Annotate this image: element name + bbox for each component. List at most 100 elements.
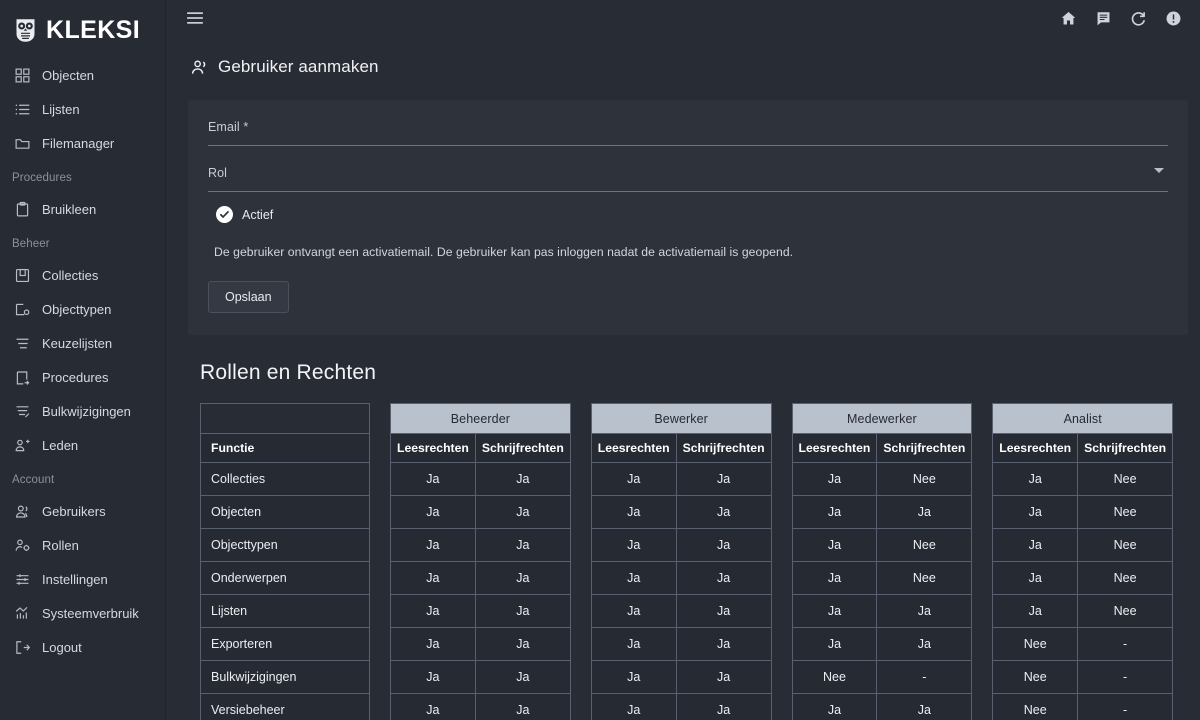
- hamburger-icon[interactable]: [186, 11, 204, 25]
- function-name: Objecttypen: [201, 529, 370, 562]
- chat-icon[interactable]: [1095, 10, 1112, 27]
- permission-cell: Nee: [993, 628, 1078, 661]
- table-row: JaJa: [792, 595, 972, 628]
- permission-cell: Nee: [877, 463, 972, 496]
- permission-cell: Ja: [877, 694, 972, 720]
- user-gear-icon: [14, 537, 31, 554]
- table-row: JaJa: [391, 562, 571, 595]
- functie-header: Functie: [201, 434, 370, 463]
- chevron-down-icon[interactable]: [1154, 168, 1164, 173]
- sidebar-item-logout[interactable]: Logout: [0, 630, 165, 664]
- permission-cell: Ja: [591, 496, 676, 529]
- object-type-icon: [14, 301, 31, 318]
- sidebar-item-bruikleen[interactable]: Bruikleen: [0, 192, 165, 226]
- sidebar-item-bulkwijzigingen[interactable]: Bulkwijzigingen: [0, 394, 165, 428]
- permission-cell: Ja: [676, 694, 771, 720]
- function-name: Objecten: [201, 496, 370, 529]
- email-field-group: Email *: [208, 120, 1168, 146]
- logout-icon: [14, 639, 31, 656]
- permission-cell: Ja: [475, 529, 570, 562]
- bulk-edit-icon: [14, 403, 31, 420]
- sidebar-item-lijsten[interactable]: Lijsten: [0, 92, 165, 126]
- table-subheader-row: Functie: [201, 434, 370, 463]
- table-subheader-row: Leesrechten Schrijfrechten: [391, 434, 571, 463]
- save-button[interactable]: Opslaan: [208, 281, 289, 313]
- permission-cell: Ja: [676, 496, 771, 529]
- sidebar-item-label: Logout: [42, 641, 82, 654]
- permission-cell: Ja: [993, 595, 1078, 628]
- sidebar-item-label: Gebruikers: [42, 505, 106, 518]
- sidebar-item-systeemverbruik[interactable]: Systeemverbruik: [0, 596, 165, 630]
- permission-cell: Ja: [591, 661, 676, 694]
- table-subheader-row: Leesrechten Schrijfrechten: [591, 434, 771, 463]
- refresh-icon[interactable]: [1130, 10, 1147, 27]
- permission-cell: Ja: [591, 562, 676, 595]
- sidebar-item-filemanager[interactable]: Filemanager: [0, 126, 165, 160]
- create-user-card: Email * Rol Actief De gebruiker ontvangt…: [188, 100, 1188, 335]
- sidebar-item-gebruikers[interactable]: Gebruikers: [0, 494, 165, 528]
- table-row: JaJa: [391, 496, 571, 529]
- sidebar-item-collecties[interactable]: Collecties: [0, 258, 165, 292]
- topbar: [166, 0, 1200, 36]
- sidebar-item-objecten[interactable]: Objecten: [0, 58, 165, 92]
- table-header-row: Medewerker: [792, 404, 972, 434]
- permission-cell: Ja: [877, 496, 972, 529]
- permission-cell: Ja: [391, 529, 476, 562]
- permission-cell: Ja: [792, 628, 877, 661]
- table-row: JaJa: [391, 529, 571, 562]
- permission-cell: Ja: [475, 595, 570, 628]
- sidebar-section-account: Account: [0, 462, 165, 494]
- permission-cell: Ja: [792, 595, 877, 628]
- table-row: JaJa: [591, 463, 771, 496]
- table-row: Nee-: [792, 661, 972, 694]
- role-header: Medewerker: [792, 404, 972, 434]
- permission-cell: Ja: [792, 694, 877, 720]
- table-subheader-row: Leesrechten Schrijfrechten: [792, 434, 972, 463]
- active-checkbox-row[interactable]: Actief: [216, 206, 1168, 223]
- topbar-icon-group: [1060, 10, 1182, 27]
- email-input[interactable]: [208, 145, 1168, 146]
- table-subheader-row: Leesrechten Schrijfrechten: [993, 434, 1173, 463]
- app-root: KLEKSI Objecten: [0, 0, 1200, 720]
- table-row: Objecttypen: [201, 529, 370, 562]
- permission-cell: Ja: [676, 628, 771, 661]
- role-table-beheerder: Beheerder Leesrechten Schrijfrechten JaJ…: [390, 403, 571, 720]
- table-row: JaNee: [993, 595, 1173, 628]
- table-row: Objecten: [201, 496, 370, 529]
- permission-cell: Nee: [877, 529, 972, 562]
- sidebar-section-procedures: Procedures: [0, 160, 165, 192]
- table-row: JaJa: [591, 694, 771, 720]
- role-table-bewerker: Bewerker Leesrechten Schrijfrechten JaJa…: [591, 403, 772, 720]
- sidebar-item-instellingen[interactable]: Instellingen: [0, 562, 165, 596]
- permission-cell: Ja: [676, 661, 771, 694]
- permission-cell: Ja: [993, 562, 1078, 595]
- permission-cell: Ja: [391, 694, 476, 720]
- sidebar-item-keuzelijsten[interactable]: Keuzelijsten: [0, 326, 165, 360]
- sidebar-item-procedures[interactable]: Procedures: [0, 360, 165, 394]
- permission-cell: Nee: [1078, 529, 1173, 562]
- permission-cell: Ja: [391, 628, 476, 661]
- permission-cell: Ja: [792, 463, 877, 496]
- table-row: JaJa: [591, 529, 771, 562]
- sidebar-item-label: Keuzelijsten: [42, 337, 112, 350]
- sidebar-item-label: Leden: [42, 439, 78, 452]
- write-header: Schrijfrechten: [877, 434, 972, 463]
- home-icon[interactable]: [1060, 10, 1077, 27]
- brand[interactable]: KLEKSI: [0, 0, 165, 48]
- rol-select[interactable]: [208, 191, 1168, 192]
- sidebar-item-label: Objecttypen: [42, 303, 111, 316]
- permission-cell: Ja: [475, 562, 570, 595]
- permission-cell: Nee: [1078, 463, 1173, 496]
- activation-hint: De gebruiker ontvangt een activatiemail.…: [214, 245, 1168, 259]
- table-row: JaNee: [993, 562, 1173, 595]
- permission-cell: Ja: [475, 496, 570, 529]
- permission-cell: Ja: [792, 562, 877, 595]
- sidebar-item-rollen[interactable]: Rollen: [0, 528, 165, 562]
- table-header-row: [201, 404, 370, 434]
- sidebar-item-label: Filemanager: [42, 137, 114, 150]
- alert-circle-icon[interactable]: [1165, 10, 1182, 27]
- sidebar-item-leden[interactable]: Leden: [0, 428, 165, 462]
- active-checkbox[interactable]: [216, 206, 233, 223]
- sidebar-item-objecttypen[interactable]: Objecttypen: [0, 292, 165, 326]
- permission-cell: Ja: [591, 628, 676, 661]
